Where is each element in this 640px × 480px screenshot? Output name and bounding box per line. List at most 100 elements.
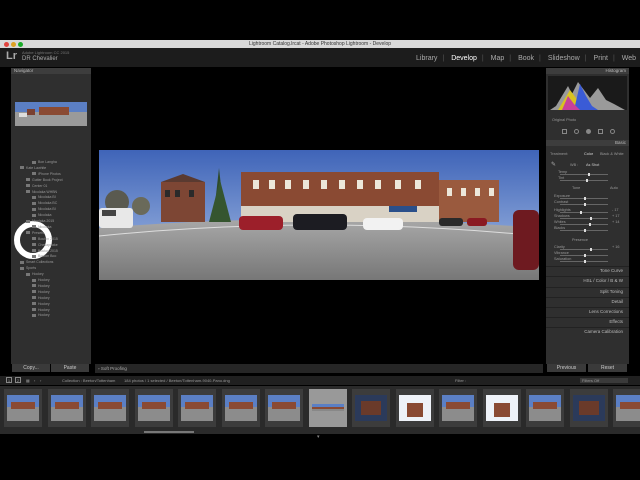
develop-section-header[interactable]: Effects [546, 317, 629, 324]
spot-removal-icon[interactable] [574, 129, 579, 134]
tone-auto-button[interactable]: Auto [610, 186, 618, 190]
develop-section-header[interactable]: Detail [546, 297, 629, 304]
folder-tree-item[interactable]: Hockey [12, 308, 108, 313]
module-print[interactable]: Print [594, 55, 608, 62]
back-arrow-icon[interactable]: ‹ [34, 376, 35, 385]
paste-settings-button[interactable]: Paste [51, 364, 89, 372]
filmstrip-thumbnail[interactable] [526, 389, 564, 427]
whites-slider[interactable] [560, 223, 608, 226]
develop-section-header[interactable]: Split Toning [546, 287, 629, 294]
highlights-slider[interactable] [560, 211, 608, 214]
clarity-value: + 16 [612, 245, 620, 249]
filmstrip-thumbnail[interactable] [47, 389, 86, 427]
filmstrip-thumbnail[interactable] [482, 389, 521, 427]
folder-tree-item[interactable]: Smart Collections [12, 260, 96, 265]
folder-tree-item[interactable]: Gutter Book Project [12, 178, 102, 183]
folder-tree-item[interactable]: Center 01 [12, 184, 102, 189]
thumbnail-image [616, 395, 640, 421]
secondary-window-1-button[interactable]: 1 [6, 377, 12, 383]
develop-section-header[interactable]: HSL / Color / B & W [546, 276, 629, 283]
red-eye-icon[interactable] [586, 129, 591, 134]
blacks-slider[interactable] [560, 229, 608, 232]
white-balance-picker-icon[interactable]: ✎ [551, 161, 556, 168]
folder-tree-item[interactable]: Nicolaka [12, 225, 108, 230]
folder-tree-item[interactable]: Hockey [12, 296, 108, 301]
folder-tree-item[interactable]: Nicolaka BI [12, 195, 108, 200]
filmstrip-thumbnail[interactable] [4, 389, 42, 427]
copy-settings-button[interactable]: Copy... [12, 364, 50, 372]
filter-dropdown[interactable]: Filters Off [580, 378, 628, 383]
crop-tool-icon[interactable] [562, 129, 567, 134]
folder-icon [26, 178, 30, 182]
graduated-filter-icon[interactable] [598, 129, 603, 134]
folder-tree-item[interactable]: Sports [12, 266, 96, 271]
module-develop[interactable]: Develop [451, 55, 477, 62]
previous-button[interactable]: Previous [547, 364, 586, 372]
treatment-bw-option[interactable]: Black & White [600, 152, 624, 156]
module-map[interactable]: Map [491, 55, 505, 62]
filmstrip-thumbnail[interactable] [395, 389, 434, 427]
folder-tree-item[interactable]: Kate Lawhite [12, 166, 96, 171]
vibrance-slider[interactable] [560, 254, 608, 257]
develop-section-header[interactable]: Lens Corrections [546, 307, 629, 314]
filmstrip-scrollbar[interactable] [144, 431, 194, 433]
reset-button[interactable]: Reset [588, 364, 627, 372]
folder-tree-item[interactable]: Nicolaka [12, 213, 108, 218]
filmstrip-source[interactable]: Collection : Beeton/Tottenham [62, 376, 115, 385]
filmstrip-thumbnail[interactable] [569, 389, 608, 427]
folder-tree-item[interactable]: Nicolaka WHBN [12, 190, 102, 195]
module-book[interactable]: Book [518, 55, 534, 62]
folder-tree-item[interactable]: Presets [12, 231, 102, 236]
navigator-panel-header[interactable]: Navigator [11, 68, 91, 74]
folder-tree-item[interactable]: Bouton Boo [12, 254, 108, 259]
folder-tree-item[interactable]: Nicolaka BC [12, 201, 108, 206]
folder-tree-item[interactable]: iPhone Photos [12, 172, 108, 177]
shadows-slider[interactable] [560, 217, 608, 220]
forward-arrow-icon[interactable]: › [40, 376, 41, 385]
filmstrip-toggle-icon[interactable]: ▾ [317, 434, 320, 440]
module-web[interactable]: Web [622, 55, 636, 62]
navigator-preview[interactable] [15, 102, 87, 126]
secondary-window-2-button[interactable]: 2 [15, 377, 21, 383]
contrast-slider[interactable] [560, 203, 608, 206]
soft-proofing-checkbox[interactable]: ▫ [98, 366, 100, 371]
exposure-slider[interactable] [560, 197, 608, 200]
filmstrip-thumbnail[interactable] [308, 389, 347, 427]
develop-section-header[interactable]: Camera Calibration [546, 327, 629, 334]
filmstrip-thumbnail[interactable] [221, 389, 260, 427]
folder-tree-item[interactable]: Hockey [12, 290, 108, 295]
clarity-slider[interactable] [560, 248, 608, 251]
filmstrip-thumbnail[interactable] [134, 389, 173, 427]
module-slideshow[interactable]: Slideshow [548, 55, 580, 62]
treatment-color-option[interactable]: Color [584, 152, 593, 156]
folder-tree-item[interactable]: Nicolaka 2015 [12, 219, 102, 224]
filmstrip-thumbnail[interactable] [178, 389, 216, 427]
basic-panel-header[interactable]: Basic [546, 140, 629, 146]
folder-tree-item[interactable]: Hockey [12, 278, 108, 283]
folder-tree-item[interactable]: Hockey [12, 302, 108, 307]
filmstrip-thumbnail[interactable] [91, 389, 129, 427]
filmstrip-thumbnail[interactable] [613, 389, 640, 427]
develop-section-header[interactable]: Tone Curve [546, 266, 629, 273]
folder-tree-item[interactable]: Hockey [12, 313, 108, 318]
wb-value[interactable]: As Shot [586, 163, 599, 167]
folder-tree-item[interactable]: Bouton 2015 [12, 237, 108, 242]
folder-tree-item[interactable]: Hockey [12, 272, 102, 277]
filmstrip-thumbnail[interactable] [265, 389, 303, 427]
grid-view-icon[interactable]: ▦ [26, 376, 30, 385]
tint-slider[interactable] [560, 179, 608, 182]
folder-tree-item[interactable]: Hockey [12, 284, 108, 289]
saturation-slider[interactable] [560, 260, 608, 263]
soft-proofing-label[interactable]: Soft Proofing [101, 366, 127, 371]
filmstrip-thumbnail[interactable] [439, 389, 477, 427]
folder-tree-item[interactable]: Bon Langha [12, 160, 108, 165]
folder-tree-item[interactable]: Bouton 2015 [12, 249, 108, 254]
temp-slider[interactable] [560, 173, 608, 176]
filmstrip-thumbnail[interactable] [352, 389, 390, 427]
module-library[interactable]: Library [416, 55, 437, 62]
histogram-panel-header[interactable]: Histogram [546, 68, 629, 74]
main-photo-panorama[interactable] [99, 150, 539, 280]
folder-tree-item[interactable]: Chesapeake [12, 243, 108, 248]
radial-filter-icon[interactable] [610, 129, 615, 134]
folder-tree-item[interactable]: Nicolaka BI [12, 207, 108, 212]
